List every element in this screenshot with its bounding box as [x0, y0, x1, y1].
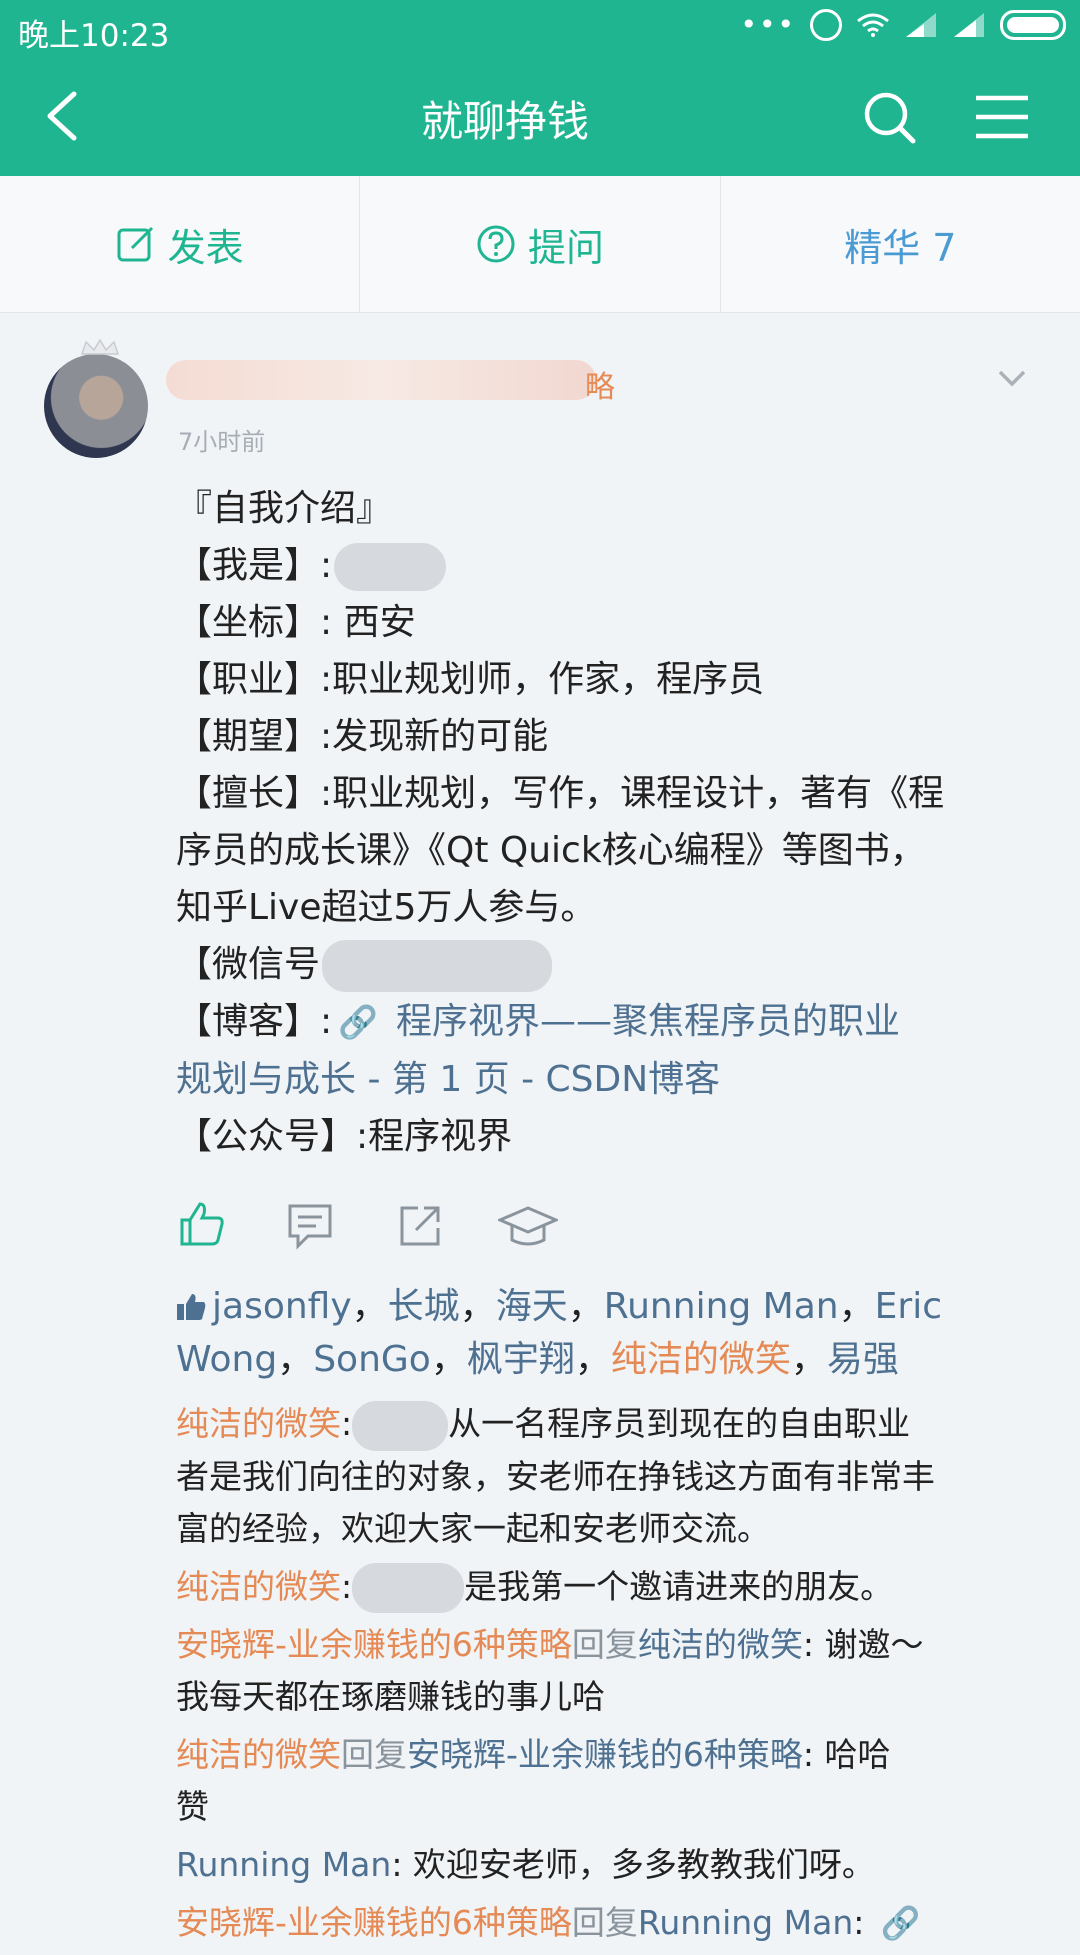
content-line: 【博客】: 🔗 程序视界——聚焦程序员的职业: [176, 1001, 900, 1042]
comment-item[interactable]: 纯洁的微笑: 是我第一个邀请进来的朋友。: [176, 1561, 1036, 1613]
signal-icon-2: [954, 12, 984, 37]
more-status-icon: •••: [740, 8, 796, 41]
content-line: 【坐标】: 西安: [176, 602, 416, 643]
post-time: 7小时前: [178, 428, 266, 456]
like-icon[interactable]: [176, 1198, 228, 1250]
content-line: 『自我介绍』: [176, 488, 393, 529]
content-line: 知乎Live超过5万人参与。: [176, 887, 597, 928]
content-line: 【公众号】:程序视界: [176, 1116, 513, 1157]
content-line: 【职业】:职业规划师，作家，程序员: [176, 659, 765, 700]
comment-author[interactable]: 纯洁的微笑: [176, 1735, 341, 1774]
comment-author[interactable]: Running Man: [176, 1845, 391, 1884]
liked-by-list: jasonfly，长城，海天，Running Man，Eric Wong，Son…: [176, 1286, 942, 1380]
action-tabs: 发表 提问 精华 7: [0, 176, 1080, 313]
comment-author[interactable]: 安晓辉-业余赚钱的6种策略: [176, 1625, 572, 1664]
comment-item[interactable]: 安晓辉-业余赚钱的6种策略回复Running Man: 🔗: [176, 1897, 1036, 1949]
page-title: 就聊挣钱: [420, 97, 589, 146]
wifi-icon: [857, 13, 889, 37]
thumbs-up-icon: [177, 1294, 206, 1320]
blurred-mention: [352, 1563, 465, 1613]
liker-name[interactable]: 海天: [496, 1286, 568, 1327]
reply-target[interactable]: 纯洁的微笑: [638, 1625, 803, 1664]
comment-author[interactable]: 安晓辉-业余赚钱的6种策略: [176, 1903, 572, 1942]
post-actions: [176, 1198, 876, 1258]
signal-icon: [906, 12, 936, 37]
liker-name[interactable]: 枫宇翔: [467, 1339, 575, 1380]
comment-item[interactable]: Running Man: 欢迎安老师，多多教教我们呀。: [176, 1839, 1036, 1891]
reply-target[interactable]: Running Man: [638, 1903, 853, 1942]
graduation-cap-icon[interactable]: [498, 1202, 558, 1254]
comment-item[interactable]: 纯洁的微笑: 从一名程序员到现在的自由职业 者是我们向往的对象，安老师在挣钱这方面…: [176, 1398, 1036, 1555]
avatar[interactable]: [44, 354, 148, 458]
edit-icon: [117, 226, 153, 262]
comment-item[interactable]: 纯洁的微笑回复安晓辉-业余赚钱的6种策略: 哈哈 赞: [176, 1729, 1036, 1833]
blurred-name: [334, 543, 447, 591]
liker-name[interactable]: 易强: [827, 1339, 899, 1380]
comment-icon[interactable]: [284, 1200, 336, 1252]
content-line: 【微信号: [176, 936, 1026, 993]
crown-icon: [80, 338, 120, 355]
content-line: 【擅长】:职业规划，写作，课程设计，著有《程: [176, 773, 945, 814]
tab-post[interactable]: 发表: [0, 176, 361, 312]
author-name-tail: 略: [585, 370, 615, 405]
content-line[interactable]: 规划与成长 - 第 1 页 - CSDN博客: [176, 1051, 1026, 1108]
tab-featured[interactable]: 精华 7: [721, 176, 1080, 312]
menu-icon[interactable]: [974, 94, 1030, 140]
chevron-down-icon[interactable]: [996, 366, 1028, 390]
liker-name[interactable]: jasonfly: [212, 1286, 352, 1327]
link-icon: 🔗: [880, 1904, 921, 1942]
app-header: 晚上10:23 ••• 就聊挣钱: [0, 0, 1080, 176]
battery-icon: [1000, 9, 1066, 40]
tab-ask-label: 提问: [527, 225, 604, 270]
liker-name[interactable]: 长城: [388, 1286, 460, 1327]
search-icon[interactable]: [862, 90, 916, 144]
share-icon[interactable]: [394, 1200, 446, 1252]
post-card: 略 7小时前 『自我介绍』 【我是】: 【坐标】: 西安 【职业】:职业规划师，…: [0, 314, 1080, 1942]
content-line: 【我是】:: [176, 537, 1026, 594]
alarm-icon: [810, 8, 842, 41]
blurred-wechat-id: [322, 940, 553, 992]
liker-name[interactable]: Running Man: [604, 1286, 839, 1327]
tab-featured-label: 精华 7: [844, 225, 957, 270]
blurred-mention: [352, 1400, 449, 1451]
tab-ask[interactable]: 提问: [360, 176, 721, 312]
comment-author[interactable]: 纯洁的微笑: [176, 1404, 341, 1443]
tab-post-label: 发表: [167, 225, 244, 270]
liker-name[interactable]: SonGo: [313, 1339, 431, 1380]
liker-name[interactable]: 纯洁的微笑: [611, 1339, 791, 1380]
post-content: 『自我介绍』 【我是】: 【坐标】: 西安 【职业】:职业规划师，作家，程序员 …: [176, 480, 1026, 1165]
comment-list: 纯洁的微笑: 从一名程序员到现在的自由职业 者是我们向往的对象，安老师在挣钱这方面…: [176, 1398, 1036, 1955]
comment-author[interactable]: 纯洁的微笑: [176, 1567, 341, 1606]
content-line: 【期望】:发现新的可能: [176, 716, 549, 757]
status-icons: •••: [740, 8, 1066, 41]
status-time: 晚上10:23: [18, 18, 170, 54]
link-icon: 🔗: [338, 1003, 378, 1041]
content-line: 序员的成长课》《Qt Quick核心编程》等图书，: [176, 830, 926, 871]
comment-item[interactable]: 安晓辉-业余赚钱的6种策略回复纯洁的微笑: 谢邀～ 我每天都在琢磨赚钱的事儿哈: [176, 1619, 1036, 1723]
reply-target[interactable]: 安晓辉-业余赚钱的6种策略: [407, 1735, 803, 1774]
author-name-blurred[interactable]: [166, 360, 596, 400]
question-icon: [477, 225, 515, 263]
blog-link[interactable]: 程序视界——聚焦程序员的职业: [396, 1001, 900, 1042]
